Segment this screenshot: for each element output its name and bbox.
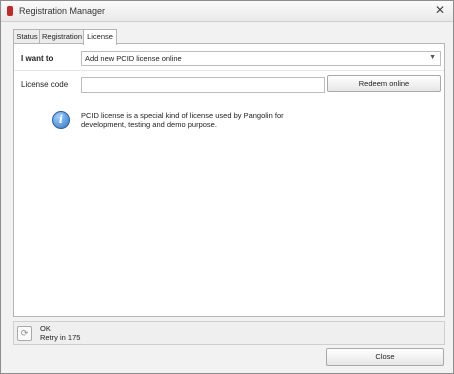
license-code-input[interactable] <box>81 77 325 93</box>
action-dropdown[interactable]: Add new PCID license online ▼ <box>81 51 441 66</box>
redeem-online-button[interactable]: Redeem online <box>327 75 441 92</box>
dropdown-arrow-icon[interactable]: ▼ <box>429 54 436 61</box>
status-refresh-icon[interactable]: ⟳ <box>17 326 32 341</box>
close-icon[interactable]: ✕ <box>435 4 445 16</box>
divider <box>14 70 444 71</box>
status-line-2: Retry in 175 <box>40 333 81 342</box>
tab-license[interactable]: License <box>83 29 117 45</box>
tab-status[interactable]: Status <box>13 29 41 44</box>
app-icon <box>7 6 13 16</box>
dropdown-value: Add new PCID license online <box>85 54 182 63</box>
info-message: PCID license is a special kind of licens… <box>81 111 284 129</box>
window-title: Registration Manager <box>19 6 106 16</box>
license-code-label: License code <box>21 80 69 89</box>
registration-manager-window: Registration Manager ✕ Status Registrati… <box>0 0 454 374</box>
status-bar: ⟳ OK Retry in 175 <box>13 321 445 345</box>
status-line-1: OK <box>40 324 51 333</box>
close-button[interactable]: Close <box>326 348 444 366</box>
title-bar: Registration Manager ✕ <box>1 1 453 22</box>
tab-registration[interactable]: Registration <box>39 29 85 44</box>
license-panel: I want to Add new PCID license online ▼ … <box>13 43 445 317</box>
i-want-to-label: I want to <box>21 54 54 63</box>
info-icon: i <box>52 111 70 129</box>
